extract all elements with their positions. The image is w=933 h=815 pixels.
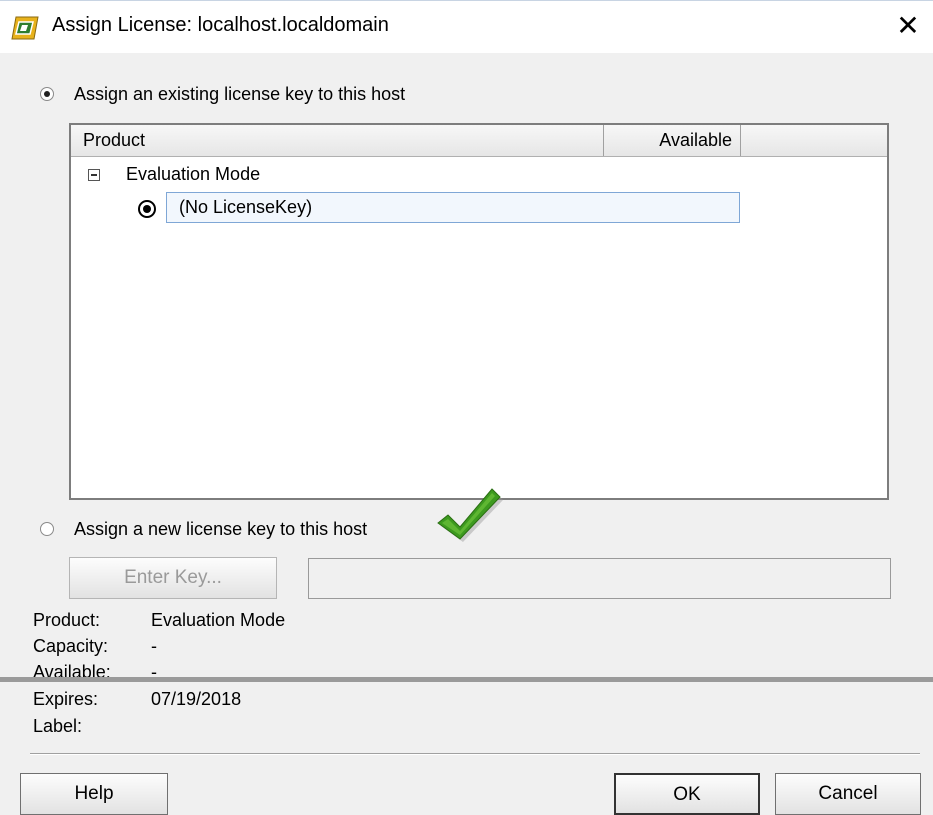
product-value: Evaluation Mode: [151, 610, 286, 630]
window-title: Assign License: localhost.localdomain: [52, 14, 389, 36]
capacity-value: -: [151, 636, 157, 656]
collapse-icon[interactable]: [88, 169, 100, 181]
ok-button[interactable]: OK: [614, 773, 760, 815]
radio-new-license[interactable]: [40, 522, 54, 536]
expires-value: 07/19/2018: [151, 689, 242, 709]
close-icon[interactable]: ✕: [893, 11, 923, 41]
license-key-field[interactable]: [308, 558, 891, 599]
title-bar: Assign License: localhost.localdomain ✕: [0, 0, 933, 53]
column-header-product[interactable]: Product: [71, 125, 604, 156]
radio-existing-license[interactable]: [40, 87, 54, 101]
capacity-label: Capacity:: [33, 636, 109, 656]
license-list[interactable]: Product Available Evaluation Mode (No Li…: [69, 123, 889, 500]
label-label: Label:: [33, 716, 83, 736]
expires-label: Expires:: [33, 689, 99, 709]
vsphere-app-icon: [11, 16, 39, 40]
enter-key-button[interactable]: Enter Key...: [69, 557, 277, 599]
list-header: Product Available: [71, 125, 887, 157]
license-select-radio[interactable]: [138, 200, 156, 218]
tree-group-evaluation-mode[interactable]: Evaluation Mode: [126, 164, 260, 185]
cancel-button[interactable]: Cancel: [775, 773, 921, 815]
product-label: Product:: [33, 610, 101, 630]
footer-separator: [30, 753, 920, 755]
overlay-line: [0, 677, 933, 682]
column-header-available[interactable]: Available: [604, 125, 741, 156]
license-item[interactable]: (No LicenseKey): [166, 192, 740, 223]
radio-existing-license-label[interactable]: Assign an existing license key to this h…: [74, 84, 405, 105]
green-checkmark-icon: [437, 488, 503, 542]
help-button[interactable]: Help: [20, 773, 168, 815]
radio-new-license-label[interactable]: Assign a new license key to this host: [74, 519, 367, 540]
